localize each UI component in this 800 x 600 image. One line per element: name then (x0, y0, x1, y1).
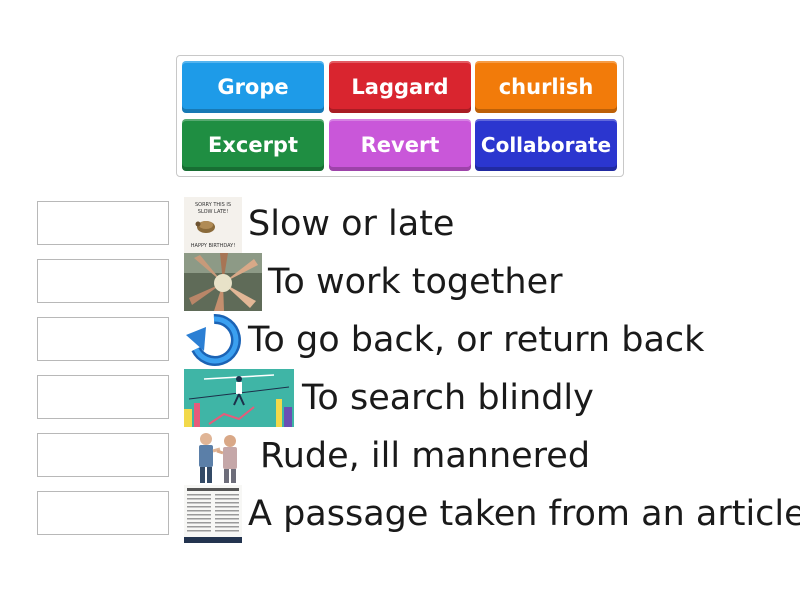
newspaper-article-image (184, 485, 242, 543)
definition-label: To work together (268, 262, 563, 302)
tile-collaborate[interactable]: Collaborate (475, 119, 617, 171)
match-row: To go back, or return back (37, 314, 797, 366)
match-row: A passage taken from an article (37, 485, 800, 543)
tile-laggard[interactable]: Laggard (329, 61, 471, 113)
svg-text:SLOW LATE!: SLOW LATE! (198, 209, 228, 215)
answer-slot[interactable] (37, 375, 169, 419)
svg-text:HAPPY BIRTHDAY!: HAPPY BIRTHDAY! (191, 243, 235, 249)
match-row: To work together (37, 253, 797, 311)
answer-slot[interactable] (37, 317, 169, 361)
tightrope-walker-image (184, 369, 294, 427)
definition-label: Rude, ill mannered (260, 436, 591, 476)
definition-label: A passage taken from an article (248, 494, 800, 534)
definition-label: To go back, or return back (248, 320, 705, 360)
tile-churlish[interactable]: churlish (475, 61, 617, 113)
answer-slot[interactable] (37, 259, 169, 303)
match-row: Rude, ill mannered (37, 429, 797, 483)
hands-together-image (184, 253, 262, 311)
definition-label: To search blindly (302, 378, 594, 418)
answer-slot[interactable] (37, 201, 169, 245)
arguing-people-image (184, 429, 250, 487)
match-row: To search blindly (37, 369, 797, 427)
match-row: SORRY THIS IS SLOW LATE! HAPPY BIRTHDAY!… (37, 197, 797, 253)
birthday-card-image: SORRY THIS IS SLOW LATE! HAPPY BIRTHDAY! (184, 197, 242, 255)
tile-excerpt[interactable]: Excerpt (182, 119, 324, 171)
answer-slot[interactable] (37, 491, 169, 535)
undo-arrow-image (184, 311, 242, 369)
word-bank: Grope Laggard churlish Excerpt Revert Co… (176, 55, 624, 177)
definition-label: Slow or late (248, 204, 455, 244)
svg-text:SORRY THIS IS: SORRY THIS IS (195, 202, 231, 208)
tile-grope[interactable]: Grope (182, 61, 324, 113)
answer-slot[interactable] (37, 433, 169, 477)
tile-revert[interactable]: Revert (329, 119, 471, 171)
